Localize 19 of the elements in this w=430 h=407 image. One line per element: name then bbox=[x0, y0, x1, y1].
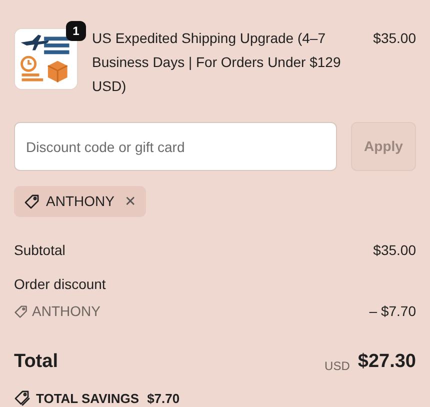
tag-icon bbox=[24, 194, 40, 210]
discount-code: ANTHONY bbox=[32, 302, 100, 321]
total-label: Total bbox=[14, 350, 58, 374]
savings-label: TOTAL SAVINGS bbox=[36, 390, 140, 407]
discount-code: ANTHONY bbox=[46, 192, 114, 211]
remove-button[interactable]: ✕ bbox=[124, 191, 136, 212]
savings-value: $7.70 bbox=[147, 390, 180, 407]
product-price: $35.00 bbox=[373, 29, 416, 48]
discount-field[interactable]: Discount code or gift card bbox=[14, 122, 337, 171]
currency-code: USD bbox=[324, 358, 350, 374]
discount-amount: – $7.70 bbox=[369, 302, 416, 321]
tag-icon bbox=[14, 304, 28, 318]
quantity-badge: 1 bbox=[66, 21, 86, 41]
subtotal-value: $35.00 bbox=[373, 241, 416, 260]
discount-label: Order discount bbox=[14, 276, 106, 292]
tags-icon bbox=[14, 390, 30, 406]
total-value: $27.30 bbox=[358, 350, 416, 374]
product-title: US Expedited Shipping Upgrade (4–7 Business Days | For Orders Under $129 USD) bbox=[92, 29, 342, 96]
subtotal-label: Subtotal bbox=[14, 241, 66, 260]
